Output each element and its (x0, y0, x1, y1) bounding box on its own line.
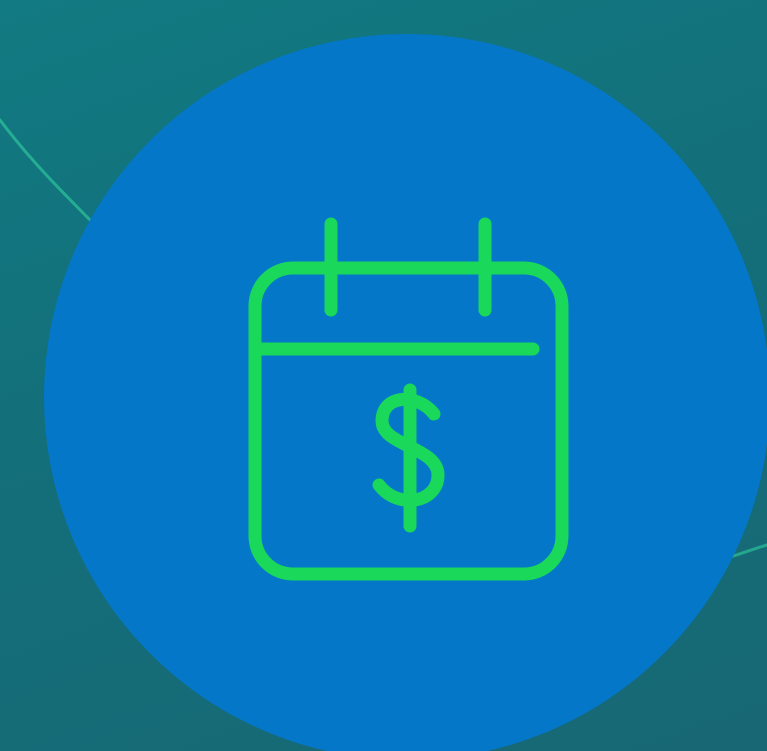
calendar-dollar-icon (248, 217, 569, 581)
canvas (0, 0, 767, 751)
